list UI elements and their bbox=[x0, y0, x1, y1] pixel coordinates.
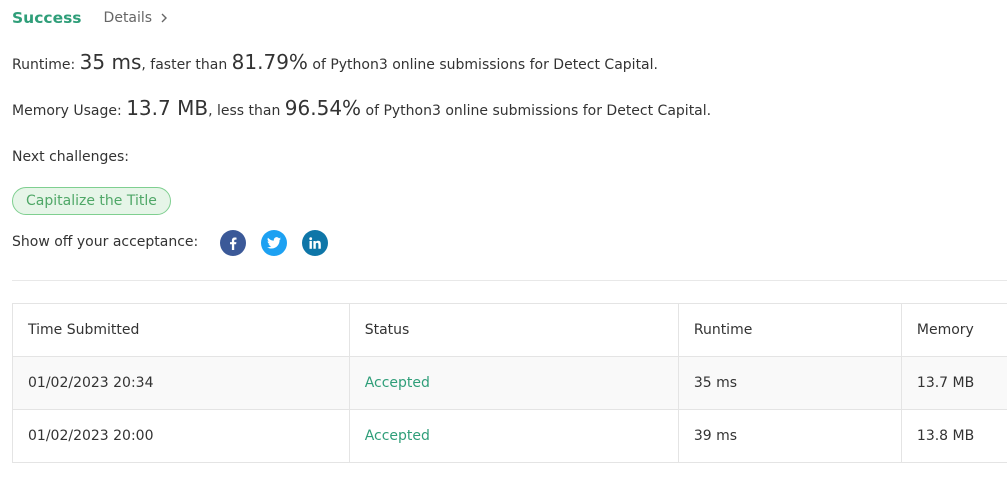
memory-label: Memory Usage: bbox=[12, 103, 122, 119]
next-challenges-label: Next challenges: bbox=[12, 149, 129, 165]
runtime-label: Runtime: bbox=[12, 57, 76, 73]
cell-status: Accepted bbox=[348, 356, 679, 410]
cell-time-submitted: 01/02/2023 20:34 bbox=[12, 356, 350, 410]
cell-runtime: 35 ms bbox=[677, 356, 902, 410]
share-label: Show off your acceptance: bbox=[12, 234, 199, 250]
facebook-icon[interactable] bbox=[220, 230, 246, 256]
table-row: 01/02/2023 20:34 Accepted 35 ms 13.7 MB bbox=[12, 356, 1007, 410]
details-label: Details bbox=[103, 10, 153, 26]
column-header-memory[interactable]: Memory bbox=[900, 303, 1007, 357]
memory-percentile: 96.54% bbox=[284, 96, 362, 120]
memory-suffix: of Python3 online submissions for Detect… bbox=[365, 103, 712, 119]
details-link[interactable]: Details bbox=[104, 10, 168, 26]
cell-time-submitted: 01/02/2023 20:00 bbox=[12, 409, 350, 463]
cell-status: Accepted bbox=[348, 409, 679, 463]
share-icons bbox=[220, 230, 343, 256]
runtime-suffix: of Python3 online submissions for Detect… bbox=[312, 57, 658, 73]
submission-status: Success bbox=[12, 9, 82, 27]
cell-memory: 13.8 MB bbox=[900, 409, 1007, 463]
chevron-right-icon bbox=[161, 13, 168, 23]
runtime-percentile: 81.79% bbox=[231, 50, 308, 74]
column-header-runtime[interactable]: Runtime bbox=[677, 303, 902, 357]
column-header-time-submitted[interactable]: Time Submitted bbox=[12, 303, 350, 357]
status-link-accepted[interactable]: Accepted bbox=[365, 428, 430, 444]
memory-value: 13.7 MB bbox=[126, 96, 209, 120]
runtime-comparison: , faster than bbox=[141, 57, 228, 73]
table-header-row: Time Submitted Status Runtime Memory bbox=[12, 303, 1007, 357]
section-divider bbox=[12, 280, 1007, 281]
table-row: 01/02/2023 20:00 Accepted 39 ms 13.8 MB bbox=[12, 409, 1007, 463]
runtime-value: 35 ms bbox=[79, 50, 142, 74]
column-header-status[interactable]: Status bbox=[348, 303, 679, 357]
runtime-summary: Runtime: 35 ms, faster than 81.79% of Py… bbox=[12, 50, 658, 74]
result-header: Success Details bbox=[12, 6, 168, 30]
memory-summary: Memory Usage: 13.7 MB, less than 96.54% … bbox=[12, 96, 711, 120]
memory-comparison: , less than bbox=[208, 103, 281, 119]
submissions-table: Time Submitted Status Runtime Memory 01/… bbox=[12, 303, 1007, 463]
status-link-accepted[interactable]: Accepted bbox=[365, 375, 430, 391]
cell-memory: 13.7 MB bbox=[900, 356, 1007, 410]
linkedin-icon[interactable] bbox=[302, 230, 328, 256]
cell-runtime: 39 ms bbox=[677, 409, 902, 463]
twitter-icon[interactable] bbox=[261, 230, 287, 256]
challenge-link-capitalize-the-title[interactable]: Capitalize the Title bbox=[12, 187, 171, 215]
